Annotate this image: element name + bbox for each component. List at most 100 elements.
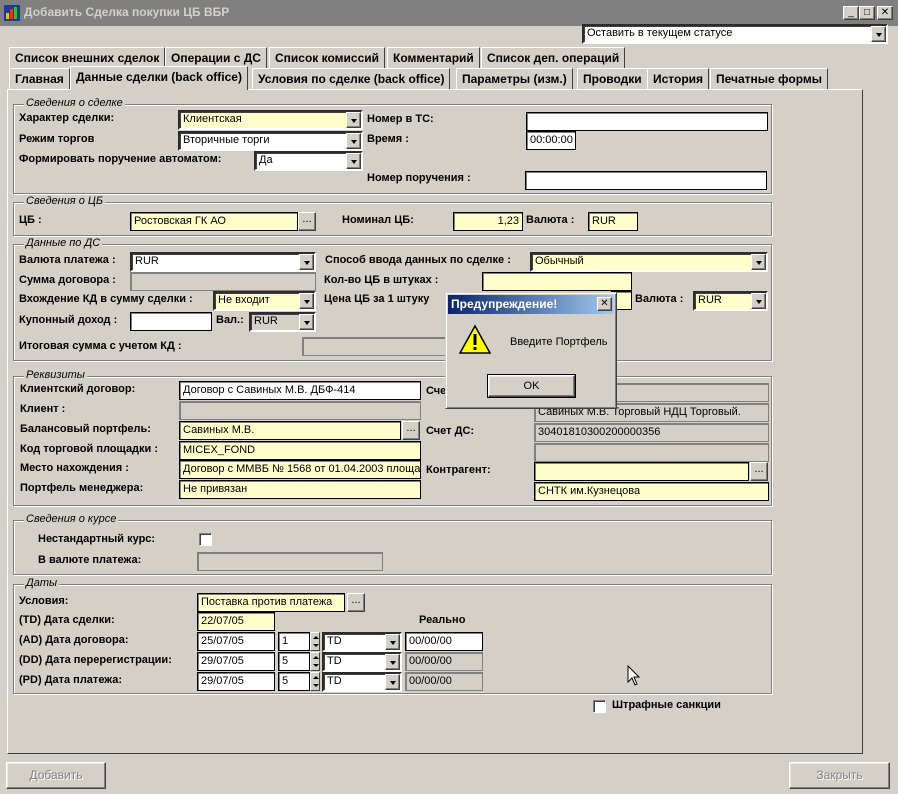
- counterparty-browse-button[interactable]: ...: [750, 462, 768, 481]
- dd-real-field: 00/00/00: [405, 652, 483, 671]
- pay-currency-combo[interactable]: RUR: [130, 252, 316, 272]
- tab-commissions[interactable]: Список комиссий: [269, 47, 386, 69]
- chevron-down-icon[interactable]: [299, 254, 314, 270]
- pd-days-field[interactable]: 5: [278, 672, 310, 691]
- status-combo[interactable]: Оставить в текущем статусе: [582, 24, 888, 44]
- cash-account-extra-field: [534, 443, 769, 462]
- ad-real-field[interactable]: 00/00/00: [405, 632, 483, 651]
- close-button[interactable]: Закрыть: [789, 762, 890, 789]
- deal-type-combo[interactable]: Клиентская: [178, 110, 363, 130]
- coupon-field[interactable]: [130, 312, 212, 331]
- nominal-field[interactable]: 1,23: [453, 212, 523, 231]
- dd-field[interactable]: 29/07/05: [197, 652, 275, 671]
- pd-field[interactable]: 29/07/05: [197, 672, 275, 691]
- counterparty-field[interactable]: [534, 462, 749, 481]
- balance-portfolio-browse-button[interactable]: ...: [402, 421, 420, 440]
- tab-comment[interactable]: Комментарий: [387, 47, 480, 69]
- trading-code-field[interactable]: MICEX_FOND: [179, 441, 421, 460]
- chevron-down-icon[interactable]: [346, 112, 361, 128]
- time-label: Время :: [367, 133, 409, 145]
- tab-history[interactable]: История: [647, 68, 710, 90]
- dialog-message: Введите Портфель: [510, 336, 608, 348]
- counterparty-label: Контрагент:: [426, 464, 491, 476]
- pd-days-spinner[interactable]: [310, 672, 320, 691]
- ad-field[interactable]: 25/07/05: [197, 632, 275, 651]
- conditions-field[interactable]: Поставка против платежа: [197, 593, 345, 612]
- minimize-button[interactable]: _: [843, 6, 859, 20]
- chevron-down-icon[interactable]: [385, 654, 400, 670]
- tab-print-forms[interactable]: Печатные формы: [710, 68, 828, 90]
- tab-deal-data-back-office[interactable]: Данные сделки (back office): [70, 66, 248, 90]
- security-field[interactable]: Ростовская ГК АО: [130, 212, 298, 231]
- price-currency-combo[interactable]: RUR: [693, 291, 768, 311]
- chevron-down-icon[interactable]: [299, 314, 314, 330]
- price-currency-value: RUR: [698, 294, 722, 306]
- kd-combo[interactable]: Не входит: [213, 291, 316, 311]
- penalty-checkbox[interactable]: [593, 700, 606, 713]
- order-number-field[interactable]: [525, 171, 767, 190]
- chevron-down-icon[interactable]: [871, 26, 886, 42]
- counterparty-name-field[interactable]: СНТК им.Кузнецова: [534, 482, 769, 501]
- td-field[interactable]: 22/07/05: [197, 612, 275, 631]
- chevron-down-icon[interactable]: [346, 153, 361, 169]
- maximize-button[interactable]: □: [859, 6, 875, 20]
- nonstandard-rate-label: Нестандартный курс:: [38, 533, 156, 545]
- dd-days-spinner[interactable]: [310, 652, 320, 671]
- tab-main[interactable]: Главная: [9, 68, 70, 90]
- tab-deal-terms-back-office[interactable]: Условия по сделке (back office): [252, 68, 451, 90]
- add-button[interactable]: Добавить: [6, 762, 106, 789]
- penalty-label: Штрафные санкции: [612, 699, 721, 711]
- trade-mode-combo[interactable]: Вторичные торги: [178, 131, 363, 151]
- dd-type-combo[interactable]: TD: [322, 652, 402, 672]
- pay-currency-value: RUR: [135, 255, 159, 267]
- client-label: Клиент :: [20, 403, 66, 415]
- tab-depository-operations[interactable]: Список деп. операций: [481, 47, 626, 69]
- conditions-label: Условия:: [19, 595, 69, 607]
- cash-account-field: 30401810300200000356: [534, 423, 769, 442]
- chevron-down-icon[interactable]: [346, 133, 361, 149]
- conditions-browse-button[interactable]: ...: [347, 593, 365, 612]
- client-contract-label: Клиентский договор:: [20, 383, 136, 395]
- ad-days-spinner[interactable]: [310, 632, 320, 651]
- input-method-combo[interactable]: Обычный: [530, 252, 768, 272]
- chevron-down-icon[interactable]: [385, 634, 400, 650]
- ad-type-combo[interactable]: TD: [322, 632, 402, 652]
- ts-number-field[interactable]: [526, 112, 768, 131]
- auto-order-value: Да: [259, 154, 273, 166]
- contract-sum-field: [130, 272, 316, 291]
- dd-days-field[interactable]: 5: [278, 652, 310, 671]
- time-field[interactable]: 00:00:00: [526, 131, 576, 150]
- cash-account-label: Счет ДС:: [426, 425, 475, 437]
- total-field: [302, 337, 462, 356]
- currency-field[interactable]: RUR: [588, 212, 638, 231]
- chevron-down-icon[interactable]: [751, 254, 766, 270]
- nonstandard-rate-checkbox[interactable]: [199, 533, 212, 546]
- close-window-button[interactable]: ✕: [877, 6, 893, 20]
- security-browse-button[interactable]: ...: [298, 212, 316, 231]
- tab-postings[interactable]: Проводки: [577, 68, 648, 90]
- location-field[interactable]: Договор с ММВБ № 1568 от 01.04.2003 площ…: [179, 460, 421, 479]
- deal-info-title: Сведения о сделке: [24, 97, 125, 109]
- order-number-label: Номер поручения :: [367, 172, 471, 184]
- deal-type-label: Характер сделки:: [19, 112, 115, 124]
- pd-label: (PD) Дата платежа:: [19, 674, 123, 686]
- chevron-down-icon[interactable]: [385, 674, 400, 690]
- qty-field[interactable]: [482, 272, 632, 291]
- balance-portfolio-field[interactable]: Савиных М.В.: [179, 421, 401, 440]
- tab-parameters[interactable]: Параметры (изм.): [456, 68, 573, 90]
- coupon-currency-combo[interactable]: RUR: [249, 312, 316, 332]
- currency-label: Валюта :: [526, 214, 575, 226]
- chevron-down-icon[interactable]: [299, 293, 314, 309]
- ad-days-field[interactable]: 1: [278, 632, 310, 651]
- dd-label: (DD) Дата перерегистрации:: [19, 654, 172, 666]
- input-method-label: Способ ввода данных по сделке :: [325, 254, 511, 266]
- auto-order-combo[interactable]: Да: [254, 151, 363, 171]
- dialog-ok-button[interactable]: OK: [487, 374, 576, 398]
- client-contract-field[interactable]: Договор с Савиных М.В. ДБФ-414: [179, 381, 421, 400]
- manager-portfolio-field[interactable]: Не привязан: [179, 480, 421, 499]
- dialog-close-button[interactable]: ✕: [597, 297, 612, 311]
- security-label: ЦБ :: [19, 214, 42, 226]
- pd-type-combo[interactable]: TD: [322, 672, 402, 692]
- real-label: Реально: [419, 614, 466, 626]
- chevron-down-icon[interactable]: [751, 293, 766, 309]
